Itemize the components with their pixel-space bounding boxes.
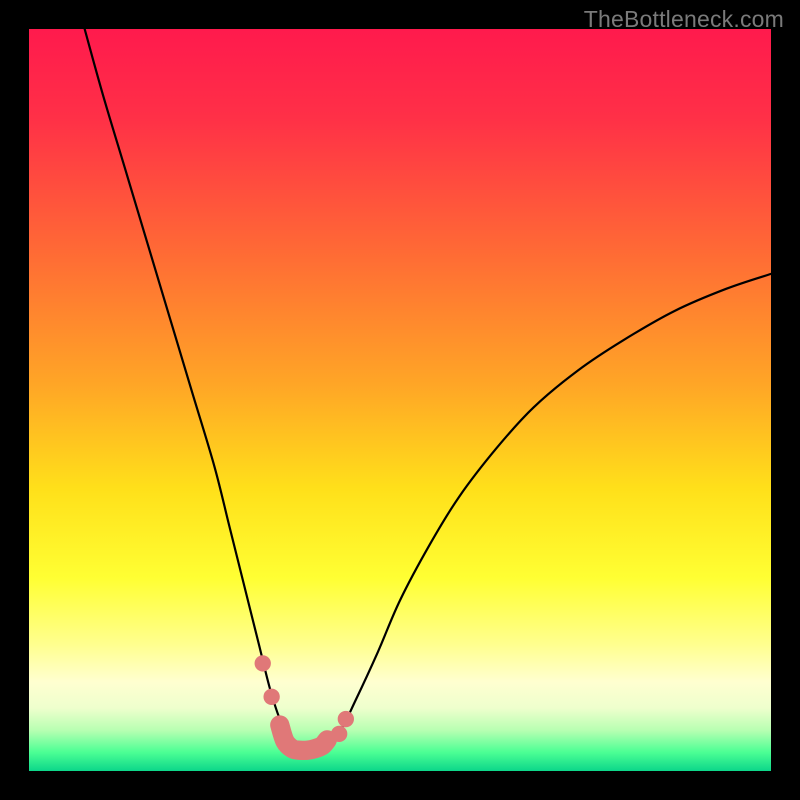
plot-area	[29, 29, 771, 771]
marker-right-upper	[338, 711, 354, 727]
curve-layer	[29, 29, 771, 771]
trough-band	[280, 725, 327, 750]
bottleneck-curve	[85, 29, 771, 749]
watermark-text: TheBottleneck.com	[584, 6, 784, 33]
marker-left-upper	[255, 655, 271, 671]
marker-right-lower	[331, 726, 347, 742]
data-markers	[255, 655, 354, 742]
marker-left-lower	[263, 689, 279, 705]
chart-frame: TheBottleneck.com	[0, 0, 800, 800]
